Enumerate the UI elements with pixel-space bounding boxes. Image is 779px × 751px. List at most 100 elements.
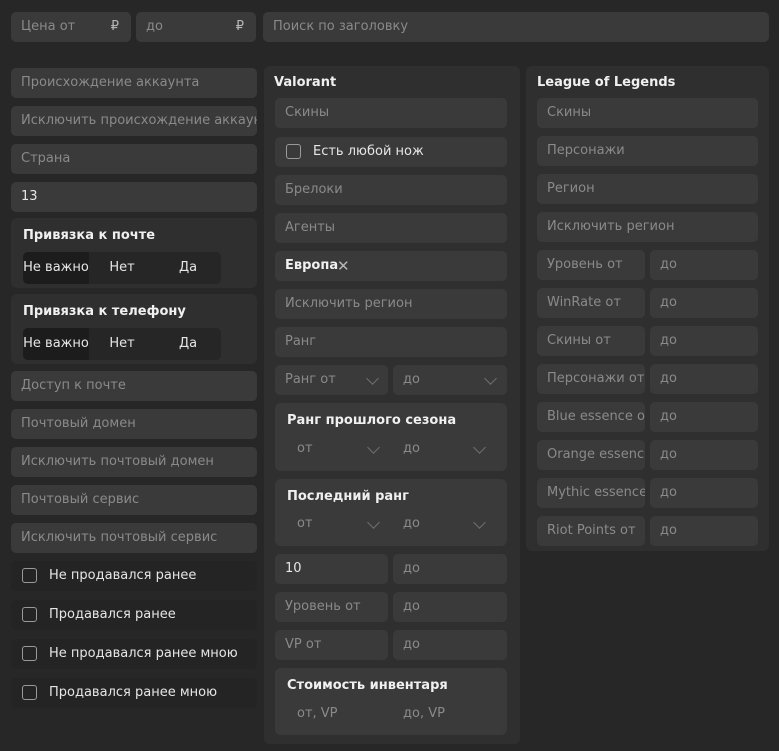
valorant-agents-select[interactable]: Агенты — [275, 213, 507, 243]
title-search-input[interactable]: Поиск по заголовку — [263, 12, 769, 42]
email-binding-title: Привязка к почте — [23, 228, 156, 243]
lol-level-from-input[interactable]: Уровень от — [537, 250, 645, 280]
vp-to-input[interactable]: до — [393, 630, 507, 660]
checkbox-icon — [22, 685, 37, 700]
value-10-input[interactable]: 10 — [275, 554, 388, 584]
chevron-down-icon — [473, 516, 486, 529]
checkbox-icon — [22, 568, 37, 583]
lol-orange-essence-from-input[interactable]: Orange essence от — [537, 440, 645, 470]
country-value-input[interactable]: 13 — [11, 182, 257, 212]
lol-skins-label: Скины — [547, 105, 592, 120]
checkbox-label: Не продавался ранее мною — [49, 646, 238, 661]
region-tag-europe: Европа — [285, 258, 339, 273]
checkbox-label: Продавался ранее мною — [49, 685, 218, 700]
lol-champions-label: Персонажи — [547, 143, 625, 158]
close-icon[interactable]: ✕ — [337, 251, 350, 281]
exclude-email-service-label: Исключить почтовый сервис — [21, 530, 218, 545]
lol-orange-essence-to-placeholder: до — [660, 447, 677, 462]
lol-exclude-region-select[interactable]: Исключить регион — [537, 212, 758, 242]
lol-champions-to-input[interactable]: до — [650, 364, 758, 394]
prev-season-to-select[interactable]: до — [393, 434, 497, 464]
price-to-input[interactable]: до ₽ — [136, 12, 256, 42]
lol-riot-points-to-input[interactable]: до — [650, 516, 758, 546]
valorant-title: Valorant — [274, 75, 337, 90]
origin-select[interactable]: Происхождение аккаунта — [11, 68, 257, 98]
valorant-skins-select[interactable]: Скины — [275, 98, 507, 128]
rank-from-label: Ранг от — [285, 372, 336, 387]
exclude-email-service-select[interactable]: Исключить почтовый сервис — [11, 523, 257, 553]
checkbox-sold-before[interactable]: Продавался ранее — [11, 600, 257, 630]
lol-skins-from-input[interactable]: Скины от — [537, 326, 645, 356]
chevron-down-icon — [367, 516, 380, 529]
lol-region-select[interactable]: Регион — [537, 174, 758, 204]
email-binding-option-yes[interactable]: Да — [155, 252, 221, 284]
phone-binding-option-yes[interactable]: Да — [155, 328, 221, 360]
email-domain-select[interactable]: Почтовый домен — [11, 409, 257, 439]
chevron-down-icon — [366, 372, 379, 385]
phone-binding-option-no[interactable]: Нет — [89, 328, 155, 360]
inventory-to-input[interactable]: до, VP — [393, 699, 497, 729]
level-from-input[interactable]: Уровень от — [275, 592, 388, 622]
ruble-icon: ₽ — [110, 19, 119, 34]
country-select[interactable]: Страна — [11, 144, 257, 174]
lol-mythic-essence-to-input[interactable]: до — [650, 478, 758, 508]
inventory-from-input[interactable]: от, VP — [287, 699, 391, 729]
valorant-region-select[interactable]: Европа ✕ — [275, 251, 507, 281]
phone-binding-group: Привязка к телефону Не важно Нет Да — [11, 294, 257, 364]
origin-label: Происхождение аккаунта — [21, 75, 200, 90]
valorant-rank-select[interactable]: Ранг — [275, 327, 507, 357]
vp-to-placeholder: до — [403, 637, 420, 652]
checkbox-not-sold-before[interactable]: Не продавался ранее — [11, 561, 257, 591]
checkbox-not-sold-by-me[interactable]: Не продавался ранее мною — [11, 639, 257, 669]
lol-winrate-to-placeholder: до — [660, 295, 677, 310]
valorant-charms-select[interactable]: Брелоки — [275, 175, 507, 205]
last-rank-group: Последний ранг от до — [275, 479, 507, 546]
exclude-origin-select[interactable]: Исключить происхождение аккаунта — [11, 106, 257, 136]
prev-season-from-select[interactable]: от — [287, 434, 391, 464]
lol-region-label: Регион — [547, 181, 595, 196]
lol-winrate-from-input[interactable]: WinRate от — [537, 288, 645, 318]
lol-riot-points-from-input[interactable]: Riot Points от — [537, 516, 645, 546]
lol-champions-from-input[interactable]: Персонажи от — [537, 364, 645, 394]
checkbox-sold-by-me[interactable]: Продавался ранее мною — [11, 678, 257, 708]
email-binding-option-no[interactable]: Нет — [89, 252, 155, 284]
lol-winrate-to-input[interactable]: до — [650, 288, 758, 318]
last-rank-to-select[interactable]: до — [393, 509, 497, 539]
lol-blue-essence-to-input[interactable]: до — [650, 402, 758, 432]
email-binding-option-any[interactable]: Не важно — [23, 252, 89, 284]
checkbox-icon — [22, 607, 37, 622]
checkbox-any-knife[interactable]: Есть любой нож — [275, 137, 507, 167]
last-rank-to-label: до — [403, 516, 420, 531]
exclude-email-domain-select[interactable]: Исключить почтовый домен — [11, 447, 257, 477]
email-access-select[interactable]: Доступ к почте — [11, 371, 257, 401]
vp-from-input[interactable]: VP от — [275, 630, 388, 660]
country-value: 13 — [21, 189, 38, 204]
phone-binding-option-any[interactable]: Не важно — [23, 328, 89, 360]
inventory-cost-group: Стоимость инвентаря от, VP до, VP — [275, 668, 507, 735]
rank-to-select[interactable]: до — [393, 365, 507, 395]
rank-from-select[interactable]: Ранг от — [275, 365, 388, 395]
lol-blue-essence-from-input[interactable]: Blue essence от — [537, 402, 645, 432]
ruble-icon: ₽ — [235, 19, 244, 34]
level-to-input[interactable]: до — [393, 592, 507, 622]
email-service-select[interactable]: Почтовый сервис — [11, 485, 257, 515]
lol-mythic-essence-from-placeholder: Mythic essence от — [547, 485, 645, 500]
lol-skins-select[interactable]: Скины — [537, 98, 758, 128]
last-rank-from-select[interactable]: от — [287, 509, 391, 539]
valorant-exclude-region-select[interactable]: Исключить регион — [275, 289, 507, 319]
email-access-label: Доступ к почте — [21, 378, 126, 393]
lol-champions-select[interactable]: Персонажи — [537, 136, 758, 166]
lol-skins-to-input[interactable]: до — [650, 326, 758, 356]
lol-exclude-region-label: Исключить регион — [547, 219, 675, 234]
lol-level-to-input[interactable]: до — [650, 250, 758, 280]
lol-blue-essence-to-placeholder: до — [660, 409, 677, 424]
lol-mythic-essence-from-input[interactable]: Mythic essence от — [537, 478, 645, 508]
any-knife-label: Есть любой нож — [313, 144, 424, 159]
price-from-input[interactable]: Цена от ₽ — [11, 12, 131, 42]
checkbox-icon — [22, 646, 37, 661]
vp-from-placeholder: VP от — [285, 637, 322, 652]
value-to-input[interactable]: до — [393, 554, 507, 584]
rank-label: Ранг — [285, 334, 317, 349]
valorant-skins-label: Скины — [285, 105, 330, 120]
lol-orange-essence-to-input[interactable]: до — [650, 440, 758, 470]
